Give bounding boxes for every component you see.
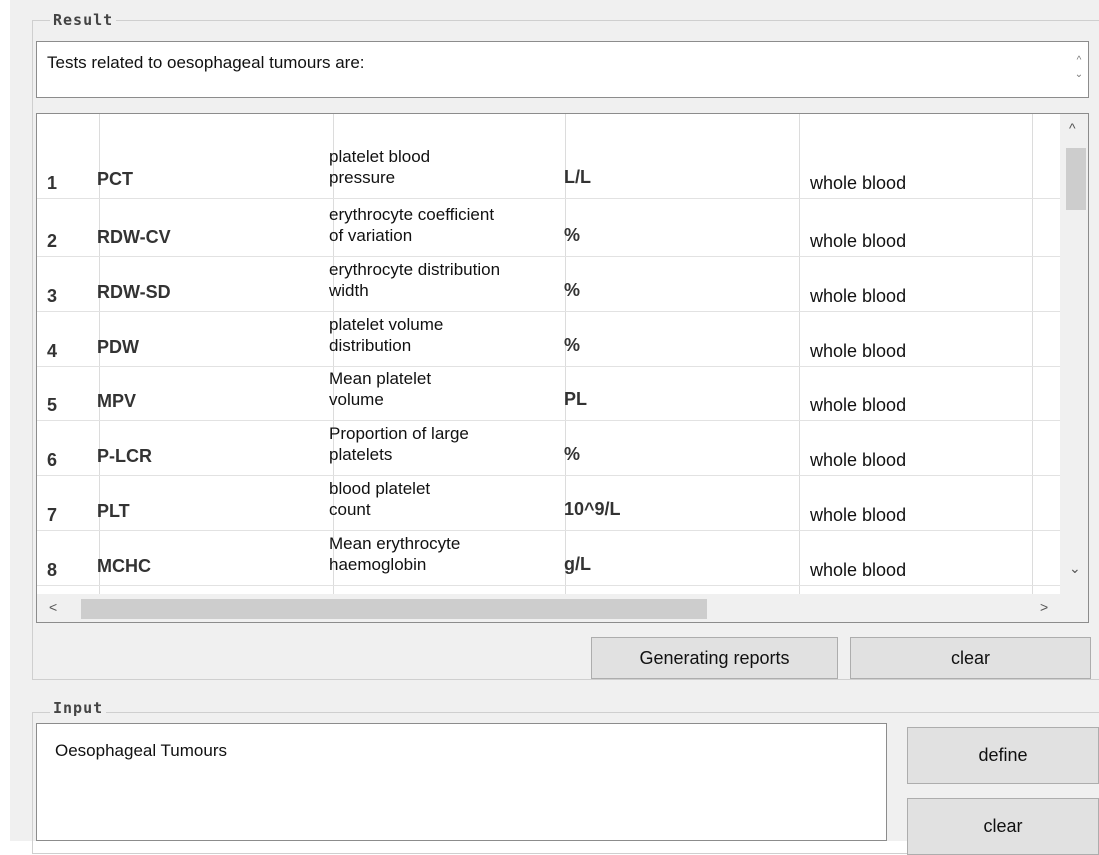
test-code: PCT <box>97 169 133 189</box>
table-row[interactable]: 7 PLT blood platelet count 10^9/L whole blood <box>37 477 1060 531</box>
specimen-type: whole blood <box>810 505 907 525</box>
specimen-type: whole blood <box>810 560 907 580</box>
vertical-scroll-thumb[interactable] <box>1066 148 1086 210</box>
test-name: Proportion of large platelets <box>329 423 559 465</box>
result-text-area[interactable]: Tests related to oesophageal tumours are… <box>36 41 1089 98</box>
chevron-up-icon[interactable]: ^ <box>1069 120 1076 136</box>
row-index: 2 <box>47 231 58 251</box>
test-name-line1: blood platelet <box>329 479 431 498</box>
test-name-line2: distribution <box>329 336 412 355</box>
test-name: Mean platelet volume <box>329 368 559 410</box>
test-unit: % <box>564 280 581 300</box>
generate-reports-button[interactable]: Generating reports <box>591 637 838 679</box>
specimen-type: whole blood <box>810 173 907 193</box>
test-name-line1: Mean erythrocyte <box>329 534 461 553</box>
input-clear-button[interactable]: clear <box>907 798 1099 855</box>
input-group-title: Input <box>50 699 107 717</box>
test-name-line1: platelet volume <box>329 315 444 334</box>
input-text-area[interactable]: Oesophageal Tumours <box>36 723 887 841</box>
test-unit: g/L <box>564 554 591 574</box>
test-unit: 10^9/L <box>564 499 621 519</box>
table-row[interactable]: 3 RDW-SD erythrocyte distribution width% who… <box>37 258 1060 312</box>
result-text-scrollbar[interactable]: ^ ⌄ <box>1070 42 1088 97</box>
result-text: Tests related to oesophageal tumours are… <box>47 53 365 72</box>
input-text: Oesophageal Tumours <box>55 741 227 760</box>
test-name-line1: Proportion of large <box>329 424 469 443</box>
test-code: PLT <box>97 501 130 521</box>
test-code: P-LCR <box>97 446 152 466</box>
chevron-down-icon[interactable]: ⌄ <box>1069 560 1081 577</box>
specimen-type: whole blood <box>810 341 907 361</box>
specimen-type: whole blood <box>810 450 907 470</box>
table-row[interactable]: 6 P-LCR Proportion of large platelets% whole… <box>37 422 1060 476</box>
test-code: RDW-SD <box>97 282 171 302</box>
row-index: 8 <box>47 560 58 580</box>
row-index: 6 <box>47 450 58 470</box>
test-name-line2: volume <box>329 390 384 409</box>
specimen-type: whole blood <box>810 395 907 415</box>
test-name-line1: erythrocyte coefficient <box>329 205 495 224</box>
test-code: MPV <box>97 391 137 411</box>
row-index: 7 <box>47 505 58 525</box>
table-row[interactable]: 1 PCT platelet blood pressure L/L whole blood <box>37 145 1060 199</box>
table-row[interactable]: 4 PDW platelet volume distribution% whole bl… <box>37 313 1060 367</box>
test-name-line2: pressure <box>329 168 396 187</box>
row-index: 3 <box>47 286 58 306</box>
chevron-up-icon[interactable]: ^ <box>1070 54 1088 68</box>
row-index: 4 <box>47 341 58 361</box>
test-name-line2: of variation <box>329 226 413 245</box>
test-unit: % <box>564 225 581 245</box>
result-clear-button[interactable]: clear <box>850 637 1091 679</box>
test-unit: L/L <box>564 167 591 187</box>
test-code: RDW-CV <box>97 227 171 247</box>
test-unit: PL <box>564 389 588 409</box>
specimen-type: whole blood <box>810 286 907 306</box>
test-name-line2: width <box>329 281 369 300</box>
specimen-type: whole blood <box>810 231 907 251</box>
horizontal-scroll-thumb[interactable] <box>81 599 707 619</box>
row-index: 1 <box>47 173 58 193</box>
test-code: PDW <box>97 337 139 357</box>
test-unit: % <box>564 444 581 464</box>
test-name: platelet blood pressure <box>329 146 559 188</box>
test-name-line1: erythrocyte distribution <box>329 260 501 279</box>
define-button[interactable]: define <box>907 727 1099 784</box>
test-unit: % <box>564 335 581 355</box>
table-vertical-scrollbar[interactable]: ^ ⌄ <box>1060 114 1088 594</box>
test-name: platelet volume distribution <box>329 314 559 356</box>
table-row[interactable]: 5 MPV Mean platelet volume PL whole blood <box>37 367 1060 421</box>
test-name: erythrocyte distribution width <box>329 259 559 301</box>
test-name-line2: count <box>329 500 371 519</box>
chevron-right-icon[interactable]: > <box>1040 599 1048 615</box>
test-name-line2: haemoglobin <box>329 555 427 574</box>
table-row[interactable]: 2 RDW-CV erythrocyte coefficient of variati… <box>37 203 1060 257</box>
test-name: erythrocyte coefficient of variation <box>329 204 559 246</box>
chevron-down-icon[interactable]: ⌄ <box>1070 68 1088 82</box>
table-horizontal-scrollbar[interactable]: < > <box>37 594 1088 622</box>
test-name-line2: platelets <box>329 445 393 464</box>
row-index: 5 <box>47 395 58 415</box>
test-name: Mean erythrocyte haemoglobin <box>329 533 559 575</box>
chevron-left-icon[interactable]: < <box>49 599 57 615</box>
test-code: MCHC <box>97 556 151 576</box>
test-name: blood platelet count <box>329 478 559 520</box>
table-row[interactable]: 8 MCHC Mean erythrocyte haemoglobin g/L whole… <box>37 532 1060 586</box>
test-name-line1: Mean platelet <box>329 369 432 388</box>
results-table: 1 PCT platelet blood pressure L/L whole blood… <box>36 113 1089 623</box>
test-name-line1: platelet blood <box>329 147 431 166</box>
result-group-title: Result <box>50 11 117 29</box>
